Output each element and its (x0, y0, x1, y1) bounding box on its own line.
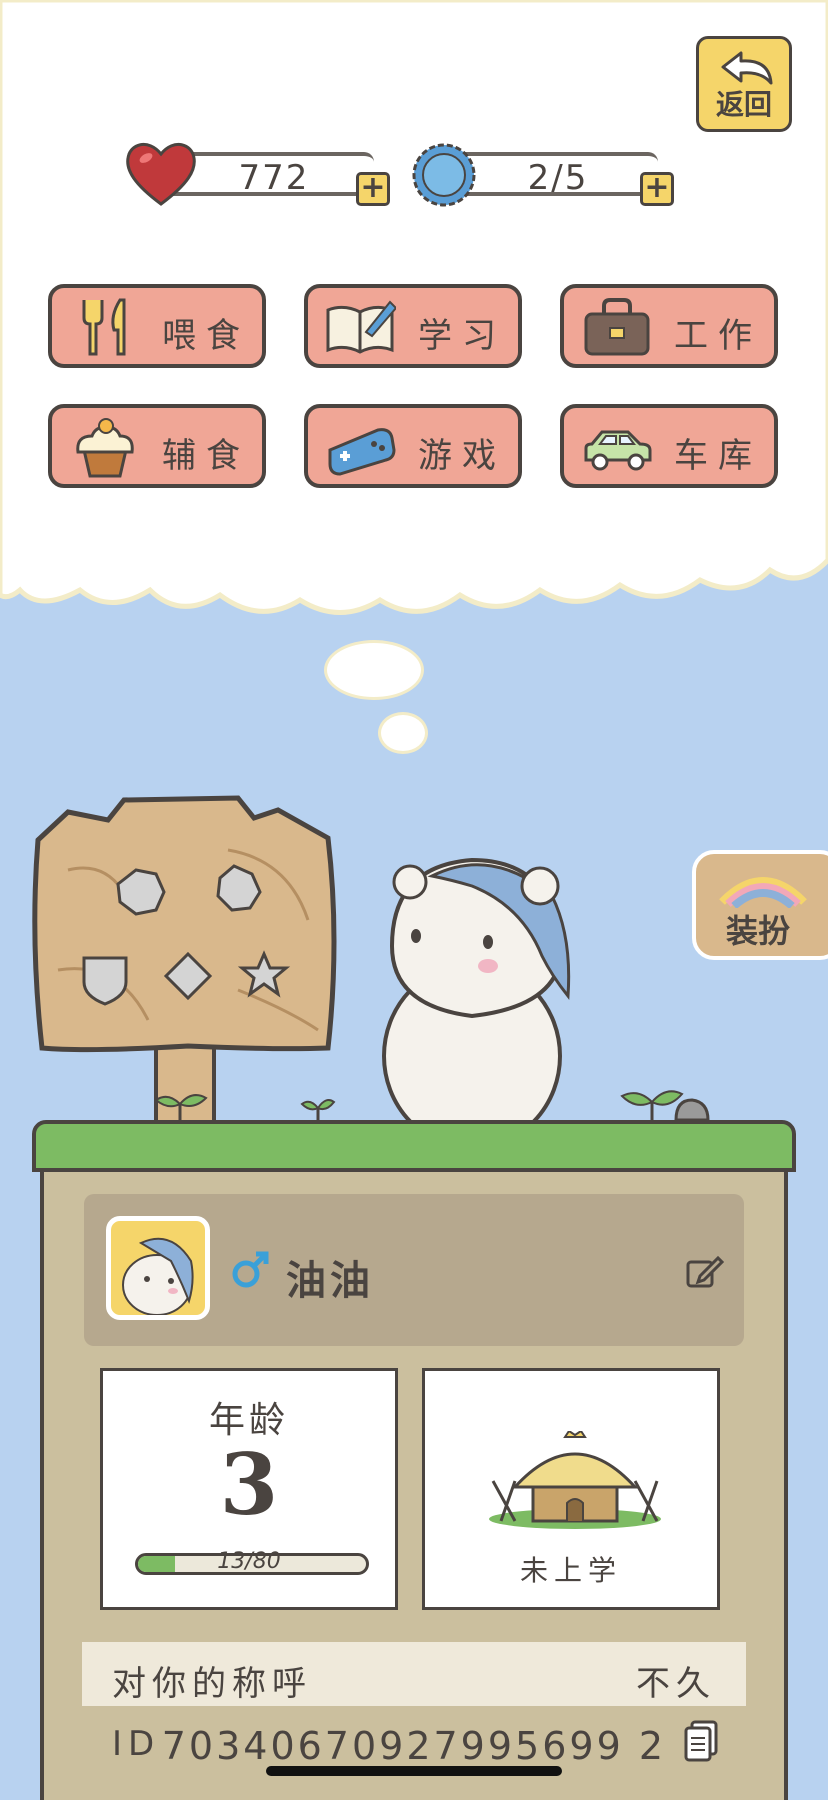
garage-label: 车库 (674, 436, 762, 476)
nickname-key: 对你的称呼 (112, 1664, 312, 1704)
id-row: ID 70340670927995699 2 (82, 1710, 746, 1774)
nickname-value: 不久 (636, 1664, 716, 1704)
car-icon (584, 430, 652, 471)
snack-button[interactable]: 辅食 (48, 404, 266, 488)
age-progress-text: 13/80 (217, 1549, 281, 1574)
briefcase-icon (584, 298, 650, 356)
bottle-cap-icon (412, 143, 476, 207)
hut-icon (489, 1431, 661, 1529)
game-button[interactable]: 游戏 (304, 404, 522, 488)
rainbow-hat-icon (719, 877, 807, 908)
game-label: 游戏 (418, 436, 506, 476)
edit-name-icon[interactable] (684, 1254, 724, 1290)
badge-sign-board[interactable] (28, 790, 352, 1130)
dress-up-button[interactable]: 装扮 (692, 850, 828, 960)
study-button[interactable]: 学习 (304, 284, 522, 368)
grass-strip (32, 1120, 796, 1172)
thought-bubble-large (324, 640, 424, 700)
hedgehog-avatar-icon (122, 1237, 194, 1315)
caps-value: 2/5 (527, 158, 589, 198)
study-label: 学习 (418, 316, 506, 356)
pet-name: 油油 (286, 1258, 374, 1304)
book-pen-icon (326, 300, 396, 354)
sprout-decoration-small (300, 1099, 336, 1120)
fork-knife-icon (82, 298, 126, 356)
add-caps-button[interactable]: + (640, 172, 674, 206)
pet-avatar[interactable] (106, 1216, 210, 1320)
sprout-decoration (154, 1094, 208, 1120)
copy-icon[interactable] (684, 1720, 720, 1764)
snack-label: 辅食 (162, 436, 250, 476)
add-hearts-button[interactable]: + (356, 172, 390, 206)
cupcake-icon (76, 418, 134, 478)
id-value: 70340670927995699 2 (161, 1724, 666, 1768)
gamepad-icon (328, 428, 396, 476)
garage-button[interactable]: 车库 (560, 404, 778, 488)
work-label: 工作 (674, 316, 762, 356)
feed-label: 喂食 (162, 316, 250, 356)
school-status: 未上学 (519, 1554, 622, 1587)
hearts-stat: 772 + (124, 138, 404, 208)
male-icon (232, 1251, 269, 1288)
work-button[interactable]: 工作 (560, 284, 778, 368)
heart-icon (126, 143, 196, 206)
home-indicator[interactable] (266, 1766, 562, 1776)
nickname-row[interactable]: 对你的称呼 不久 (82, 1642, 746, 1706)
back-button[interactable]: 返回 (696, 36, 792, 132)
id-key: ID (112, 1724, 161, 1764)
thought-bubble-small (378, 712, 428, 754)
hedgehog-pet[interactable] (372, 846, 592, 1146)
school-card[interactable]: 未上学 (422, 1368, 720, 1610)
dress-up-label: 装扮 (726, 912, 791, 950)
hearts-value: 772 (238, 158, 310, 198)
back-label: 返回 (715, 88, 772, 121)
age-value: 3 (219, 1435, 279, 1534)
stone-decoration (674, 1098, 710, 1122)
caps-stat: 2/5 + (408, 138, 688, 208)
feed-button[interactable]: 喂食 (48, 284, 266, 368)
age-card: 年龄 3 13/80 (100, 1368, 398, 1610)
